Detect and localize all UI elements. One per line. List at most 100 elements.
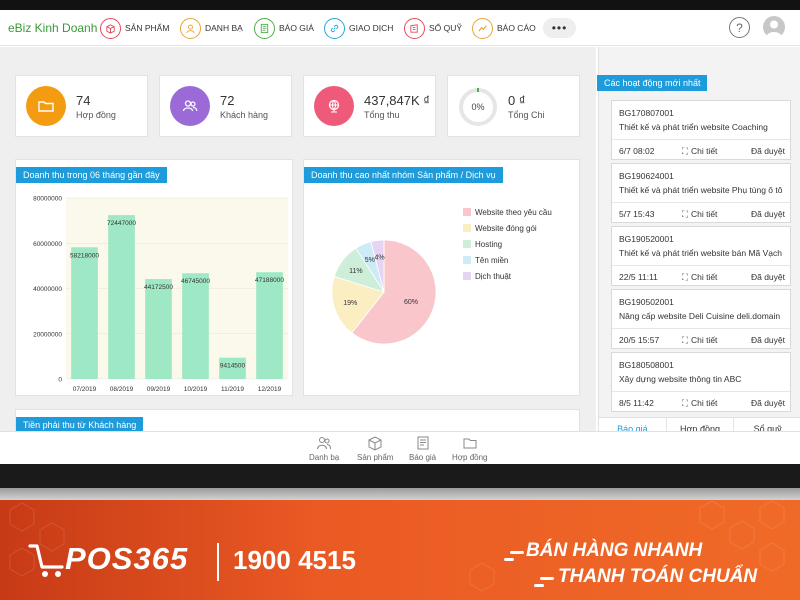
x-tick-label: 10/2019 [184, 386, 208, 393]
promo-banner: POS365 1900 4515 BÁN HÀNG NHANH THANH TO… [0, 500, 800, 600]
top-nav: eBiz Kinh Doanh SẢN PHẨM DANH BẠ BÁO GIÁ… [0, 10, 800, 46]
x-tick-label: 09/2019 [147, 386, 171, 393]
activity-code: BG190502001 [619, 297, 674, 307]
users-icon [170, 86, 210, 126]
stat-card-revenue[interactable]: 437,847K ₫ Tổng thu [303, 75, 436, 137]
bottom-nav-label: Sản phẩm [357, 453, 394, 462]
app-brand[interactable]: eBiz Kinh Doanh [8, 21, 97, 35]
activity-date: 22/5 11:11 [619, 272, 658, 282]
avatar[interactable] [763, 16, 785, 38]
activity-date: 5/7 15:43 [619, 209, 655, 219]
expand-icon: ⛶ [682, 398, 688, 408]
y-tick-label: 20000000 [33, 331, 62, 338]
slogan-line-1: BÁN HÀNG NHANH [526, 540, 703, 561]
status-badge: Đã duyệt [750, 272, 785, 282]
activity-code: BG180508001 [619, 360, 674, 370]
screen-bottom-bezel [0, 464, 800, 488]
activity-item[interactable]: BG190624001 Thiết kế và phát triển websi… [611, 163, 792, 223]
nav-item-quotes[interactable]: BÁO GIÁ [254, 16, 314, 40]
detail-link[interactable]: ⛶ Chi tiết [682, 209, 717, 220]
status-badge: Đã duyệt [750, 335, 785, 345]
detail-label: Chi tiết [690, 146, 718, 156]
more-menu-button[interactable]: ••• [543, 18, 576, 38]
activity-footer: 5/7 15:43 ⛶ Chi tiết Đã duyệt [612, 202, 792, 223]
help-button[interactable]: ? [729, 17, 750, 38]
bottom-nav-label: Báo giá [409, 453, 437, 462]
detail-link[interactable]: ⛶ Chi tiết [682, 398, 717, 409]
bar [71, 247, 98, 379]
pie-slice-label: 4% [374, 254, 384, 261]
cart-logo-icon [28, 544, 64, 577]
activity-footer: 20/5 15:57 ⛶ Chi tiết Đã duyệt [612, 328, 792, 349]
stat-card-expense[interactable]: 0% 0 ₫ Tổng Chi [447, 75, 580, 137]
detail-label: Chi tiết [690, 335, 718, 345]
nav-item-transactions[interactable]: GIAO DỊCH [324, 16, 393, 40]
bottom-nav-contracts[interactable]: Hợp đồng [452, 435, 488, 462]
quote-icon [417, 436, 429, 450]
activity-footer: 22/5 11:11 ⛶ Chi tiết Đã duyệt [612, 265, 792, 286]
quote-icon [254, 17, 275, 39]
folder-icon [26, 86, 66, 126]
stat-value: 437,847K ₫ [364, 93, 430, 108]
stat-card-customers[interactable]: 72 Khách hàng [159, 75, 292, 137]
legend-swatch [463, 240, 471, 248]
activity-item[interactable]: BG180508001 Xây dựng website thông tin A… [611, 352, 792, 412]
nav-item-contacts[interactable]: DANH BẠ [180, 16, 243, 40]
slogan-line-2: THANH TOÁN CHUẨN [558, 566, 758, 587]
status-badge: Đã duyệt [750, 209, 785, 219]
detail-label: Chi tiết [690, 272, 718, 282]
y-tick-label: 80000000 [33, 196, 62, 203]
box-icon [368, 436, 382, 451]
stat-value: 72 [220, 93, 235, 108]
legend-swatch [463, 224, 471, 232]
x-tick-label: 11/2019 [221, 386, 244, 393]
progress-text: 0% [471, 102, 485, 112]
bottom-nav-contacts[interactable]: Danh bạ [309, 435, 339, 462]
legend-label: Tên miền [475, 256, 508, 265]
activity-item[interactable]: BG170807001 Thiết kế và phát triển websi… [611, 100, 792, 160]
stat-card-contracts[interactable]: 74 Hợp đồng [15, 75, 148, 137]
bar [108, 215, 135, 379]
contacts-icon [317, 437, 332, 450]
bottom-nav-quotes[interactable]: Báo giá [409, 435, 436, 462]
activity-date: 20/5 15:57 [619, 335, 660, 345]
nav-item-label: SẢN PHẨM [125, 23, 170, 33]
activity-item[interactable]: BG190520001 Thiết kế và phát triển websi… [611, 226, 792, 286]
bar-value-label: 44172500 [144, 284, 173, 291]
speed-line [504, 558, 514, 561]
nav-item-cash-book[interactable]: SỔ QUỸ [404, 16, 462, 40]
bar-value-label: 47188000 [255, 277, 284, 284]
stat-label: Khách hàng [220, 110, 269, 120]
detail-link[interactable]: ⛶ Chi tiết [682, 272, 717, 283]
y-tick-label: 40000000 [33, 286, 62, 293]
expense-progress-ring: 0% [457, 86, 499, 128]
nav-item-reports[interactable]: BÁO CÁO [472, 16, 536, 40]
revenue-bar-chart: 80000000 60000000 40000000 20000000 0 5821800… [33, 196, 288, 393]
legend-swatch [463, 256, 471, 264]
pie-slice-label: 5% [365, 257, 375, 264]
bar [256, 272, 283, 379]
detail-link[interactable]: ⛶ Chi tiết [682, 335, 717, 346]
speed-line [534, 584, 544, 587]
pos365-logo: POS365 [65, 541, 189, 576]
expand-icon: ⛶ [682, 335, 688, 345]
dashboard-main: 74 Hợp đồng 72 Khách hàng 437,847K ₫ Tổn… [0, 47, 596, 431]
x-tick-label: 08/2019 [110, 386, 134, 393]
activity-code: BG190624001 [619, 171, 674, 181]
activity-title-text: Nâng cấp website Deli Cuisine deli.domai… [619, 311, 781, 321]
screen-top-bezel [0, 0, 800, 10]
expand-icon: ⛶ [682, 272, 688, 282]
legend-swatch [463, 208, 471, 216]
activity-date: 6/7 08:02 [619, 146, 655, 156]
nav-item-products[interactable]: SẢN PHẨM [100, 16, 169, 40]
contacts-icon [180, 17, 201, 39]
activity-title-text: Xây dựng website thông tin ABC [619, 374, 742, 384]
speed-line [540, 577, 554, 580]
nav-item-label: SỔ QUỸ [429, 23, 463, 33]
bar-value-label: 72447000 [107, 220, 136, 227]
activity-date: 8/5 11:42 [619, 398, 654, 408]
expand-icon: ⛶ [682, 146, 688, 156]
bottom-nav-products[interactable]: Sản phẩm [357, 435, 393, 462]
activity-item[interactable]: BG190502001 Nâng cấp website Deli Cuisin… [611, 289, 792, 349]
detail-link[interactable]: ⛶ Chi tiết [682, 146, 717, 157]
